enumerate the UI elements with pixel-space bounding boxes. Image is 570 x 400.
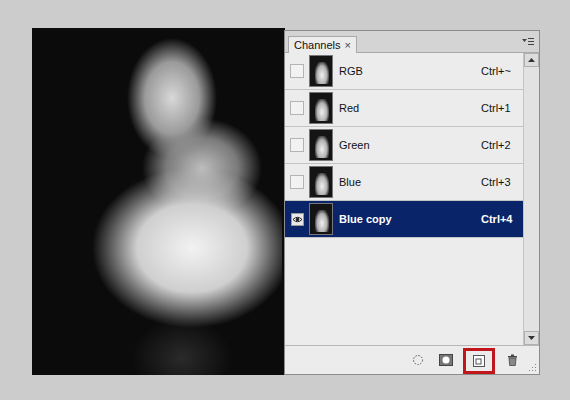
channel-thumbnail — [309, 55, 333, 87]
channel-shortcut: Ctrl+3 — [481, 176, 523, 188]
channel-thumbnail — [309, 203, 333, 235]
photo-figure — [82, 38, 282, 375]
panel-toolbar — [285, 345, 539, 374]
visibility-toggle[interactable] — [285, 101, 309, 115]
channel-row[interactable]: GreenCtrl+2 — [285, 127, 523, 164]
visibility-toggle[interactable] — [285, 175, 309, 189]
down-arrow-icon — [528, 336, 535, 340]
visibility-box — [290, 64, 304, 78]
toolbar-button[interactable] — [435, 351, 457, 369]
close-button[interactable]: × — [344, 39, 350, 51]
channel-name: Blue copy — [339, 213, 481, 225]
channels-panel: Channels×RGBCtrl+~RedCtrl+1GreenCtrl+2Bl… — [284, 30, 540, 375]
visibility-box — [290, 138, 304, 152]
thumbnail-figure — [315, 173, 329, 195]
load-selection-icon — [412, 354, 424, 366]
visibility-toggle[interactable] — [285, 64, 309, 78]
thumbnail-figure — [315, 210, 329, 232]
channel-list: RGBCtrl+~RedCtrl+1GreenCtrl+2BlueCtrl+3B… — [285, 53, 523, 345]
resize-grip-icon[interactable] — [529, 364, 537, 372]
channel-row[interactable]: RedCtrl+1 — [285, 90, 523, 127]
panel-tab[interactable]: Channels × — [288, 36, 357, 53]
toolbar-button[interactable] — [407, 351, 429, 369]
channel-thumbnail — [309, 166, 333, 198]
channel-shortcut: Ctrl+~ — [481, 65, 523, 77]
thumbnail-figure — [315, 99, 329, 121]
visibility-box — [290, 175, 304, 189]
thumbnail-figure — [315, 136, 329, 158]
scroll-up-button[interactable] — [524, 53, 539, 67]
channel-name: Green — [339, 139, 481, 151]
channel-shortcut: Ctrl+1 — [481, 102, 523, 114]
channel-thumbnail — [309, 129, 333, 161]
visibility-toggle[interactable] — [285, 213, 309, 226]
up-arrow-icon — [528, 58, 535, 62]
panel-header: Channels × — [285, 31, 539, 53]
channel-row[interactable]: Blue copyCtrl+4 — [285, 201, 523, 238]
channel-thumbnail — [309, 92, 333, 124]
panel-title: Channels — [294, 39, 340, 51]
panel-menu-icon[interactable] — [521, 36, 535, 48]
scrollbar[interactable] — [523, 53, 539, 345]
trash-icon — [507, 354, 518, 366]
channel-name: RGB — [339, 65, 481, 77]
visibility-toggle[interactable] — [285, 138, 309, 152]
channel-name: Blue — [339, 176, 481, 188]
channel-name: Red — [339, 102, 481, 114]
scroll-track[interactable] — [524, 67, 539, 331]
toolbar-button[interactable] — [501, 351, 523, 369]
channel-row[interactable]: BlueCtrl+3 — [285, 164, 523, 201]
channel-shortcut: Ctrl+4 — [481, 213, 523, 225]
photo-canvas — [32, 28, 285, 375]
scroll-down-button[interactable] — [524, 331, 539, 345]
channel-shortcut: Ctrl+2 — [481, 139, 523, 151]
panel-body: RGBCtrl+~RedCtrl+1GreenCtrl+2BlueCtrl+3B… — [285, 53, 539, 345]
eye-icon — [291, 213, 304, 226]
toolbar-button[interactable] — [463, 348, 495, 374]
channel-row[interactable]: RGBCtrl+~ — [285, 53, 523, 90]
thumbnail-figure — [315, 62, 329, 84]
new-channel-icon — [473, 355, 485, 367]
save-mask-icon — [439, 354, 453, 366]
visibility-box — [290, 101, 304, 115]
workspace: Channels×RGBCtrl+~RedCtrl+1GreenCtrl+2Bl… — [0, 0, 570, 400]
